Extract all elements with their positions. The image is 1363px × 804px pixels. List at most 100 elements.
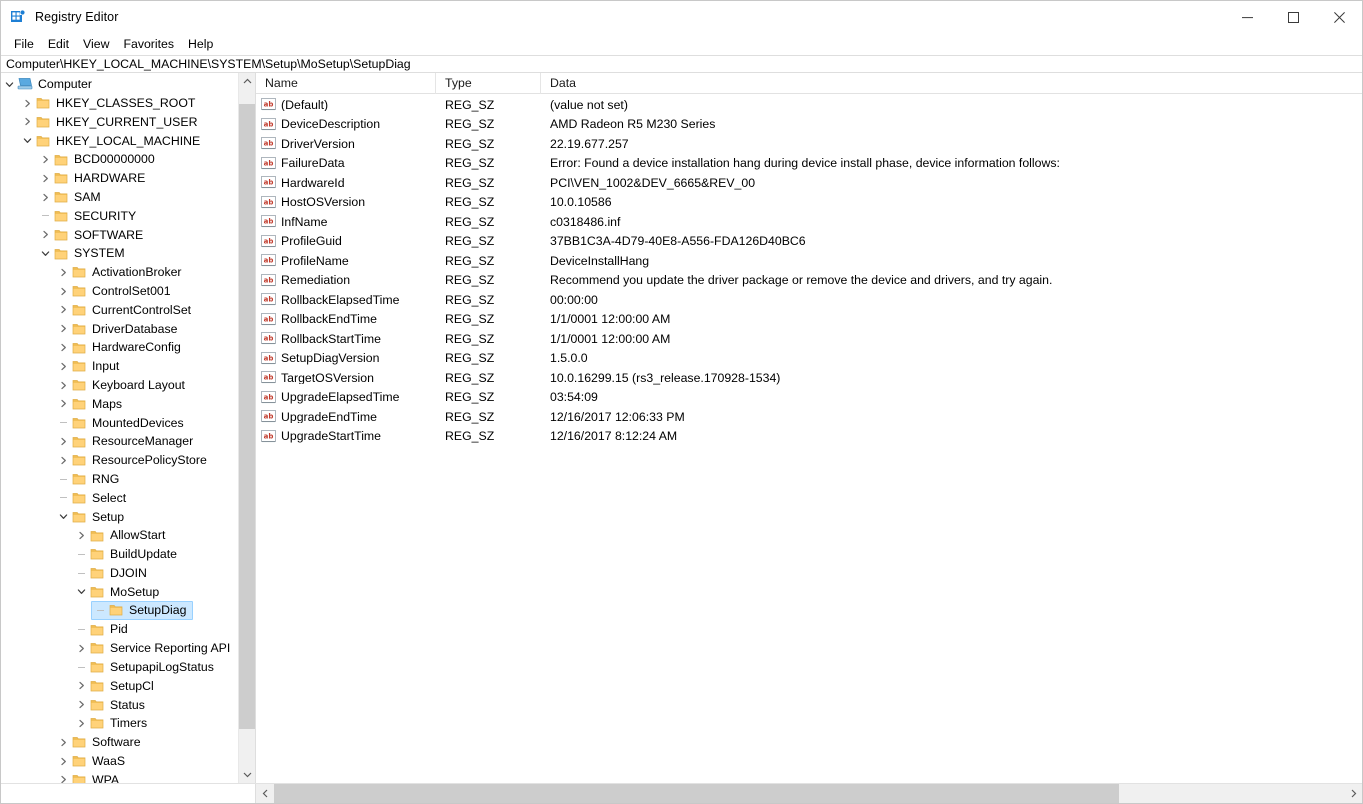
table-row[interactable]: ab(Default)REG_SZ(value not set) <box>256 95 1362 115</box>
chevron-right-icon[interactable] <box>55 451 71 470</box>
minimize-button[interactable] <box>1224 1 1270 33</box>
menu-item-favorites[interactable]: Favorites <box>116 36 181 52</box>
chevron-right-icon[interactable] <box>55 319 71 338</box>
table-row[interactable]: abUpgradeEndTimeREG_SZ12/16/2017 12:06:3… <box>256 407 1362 427</box>
table-row[interactable]: abRollbackEndTimeREG_SZ1/1/0001 12:00:00… <box>256 310 1362 330</box>
table-row[interactable]: abRemediationREG_SZRecommend you update … <box>256 271 1362 291</box>
tree-node-hkey-current-user[interactable]: HKEY_CURRENT_USER <box>1 113 233 132</box>
tree-node-mounteddevices[interactable]: MountedDevices <box>1 413 233 432</box>
tree-node-keyboard-layout[interactable]: Keyboard Layout <box>1 376 233 395</box>
scrollbar-rail[interactable] <box>274 784 1344 803</box>
tree-node-buildupdate[interactable]: BuildUpdate <box>1 545 233 564</box>
tree-node-timers[interactable]: Timers <box>1 714 233 733</box>
chevron-right-icon[interactable] <box>73 677 89 696</box>
tree-node-software[interactable]: SOFTWARE <box>1 225 233 244</box>
chevron-right-icon[interactable] <box>55 770 71 783</box>
chevron-right-icon[interactable] <box>73 526 89 545</box>
table-row[interactable]: abUpgradeStartTimeREG_SZ12/16/2017 8:12:… <box>256 427 1362 447</box>
chevron-right-icon[interactable] <box>55 733 71 752</box>
tree-node-hkey-classes-root[interactable]: HKEY_CLASSES_ROOT <box>1 94 233 113</box>
tree-node-security[interactable]: SECURITY <box>1 207 233 226</box>
chevron-right-icon[interactable] <box>37 169 53 188</box>
table-row[interactable]: abRollbackElapsedTimeREG_SZ00:00:00 <box>256 290 1362 310</box>
table-row[interactable]: abHardwareIdREG_SZPCI\VEN_1002&DEV_6665&… <box>256 173 1362 193</box>
chevron-right-icon[interactable] <box>55 432 71 451</box>
scroll-right-button[interactable] <box>1344 784 1362 803</box>
menu-item-view[interactable]: View <box>76 36 116 52</box>
table-row[interactable]: abSetupDiagVersionREG_SZ1.5.0.0 <box>256 349 1362 369</box>
chevron-right-icon[interactable] <box>55 282 71 301</box>
tree-node-resourcepolicystore[interactable]: ResourcePolicyStore <box>1 451 233 470</box>
chevron-right-icon[interactable] <box>73 695 89 714</box>
maximize-button[interactable] <box>1270 1 1316 33</box>
table-row[interactable]: abInfNameREG_SZc0318486.inf <box>256 212 1362 232</box>
tree-node-maps[interactable]: Maps <box>1 395 233 414</box>
address-bar[interactable]: Computer\HKEY_LOCAL_MACHINE\SYSTEM\Setup… <box>1 55 1362 73</box>
chevron-right-icon[interactable] <box>73 639 89 658</box>
table-row[interactable]: abProfileGuidREG_SZ37BB1C3A-4D79-40E8-A5… <box>256 232 1362 252</box>
tree-vertical-scrollbar[interactable] <box>238 73 255 783</box>
list-horizontal-scrollbar[interactable] <box>256 784 1362 803</box>
chevron-down-icon[interactable] <box>55 507 71 526</box>
tree-node-controlset001[interactable]: ControlSet001 <box>1 282 233 301</box>
tree-node-resourcemanager[interactable]: ResourceManager <box>1 432 233 451</box>
chevron-right-icon[interactable] <box>37 150 53 169</box>
table-row[interactable]: abProfileNameREG_SZDeviceInstallHang <box>256 251 1362 271</box>
tree-node-software[interactable]: Software <box>1 733 233 752</box>
chevron-right-icon[interactable] <box>73 714 89 733</box>
scroll-left-button[interactable] <box>256 784 274 803</box>
chevron-right-icon[interactable] <box>19 113 35 132</box>
tree-node-driverdatabase[interactable]: DriverDatabase <box>1 319 233 338</box>
chevron-right-icon[interactable] <box>55 263 71 282</box>
chevron-right-icon[interactable] <box>37 225 53 244</box>
tree-node-wpa[interactable]: WPA <box>1 770 233 783</box>
chevron-down-icon[interactable] <box>37 244 53 263</box>
scroll-down-button[interactable] <box>239 766 256 783</box>
close-button[interactable] <box>1316 1 1362 33</box>
tree-node-bcd00000000[interactable]: BCD00000000 <box>1 150 233 169</box>
scroll-up-button[interactable] <box>239 73 256 90</box>
tree-node-computer[interactable]: Computer <box>1 75 233 94</box>
chevron-right-icon[interactable] <box>55 395 71 414</box>
chevron-down-icon[interactable] <box>73 583 89 602</box>
tree-node-rng[interactable]: RNG <box>1 470 233 489</box>
menu-item-file[interactable]: File <box>7 36 41 52</box>
list-scrollbar-thumb[interactable] <box>274 784 1119 803</box>
tree-node-setupdiag[interactable]: SetupDiag <box>1 601 233 620</box>
chevron-right-icon[interactable] <box>55 301 71 320</box>
column-header-type[interactable]: Type <box>436 73 541 94</box>
table-row[interactable]: abHostOSVersionREG_SZ10.0.10586 <box>256 193 1362 213</box>
tree-node-djoin[interactable]: DJOIN <box>1 564 233 583</box>
table-row[interactable]: abTargetOSVersionREG_SZ10.0.16299.15 (rs… <box>256 368 1362 388</box>
chevron-right-icon[interactable] <box>55 357 71 376</box>
chevron-right-icon[interactable] <box>55 752 71 771</box>
tree-node-hardware[interactable]: HARDWARE <box>1 169 233 188</box>
column-header-data[interactable]: Data <box>541 73 1362 94</box>
tree-node-status[interactable]: Status <box>1 695 233 714</box>
tree-node-hardwareconfig[interactable]: HardwareConfig <box>1 338 233 357</box>
tree-node-setup[interactable]: Setup <box>1 507 233 526</box>
chevron-down-icon[interactable] <box>1 75 17 94</box>
table-row[interactable]: abUpgradeElapsedTimeREG_SZ03:54:09 <box>256 388 1362 408</box>
menu-item-edit[interactable]: Edit <box>41 36 76 52</box>
chevron-down-icon[interactable] <box>19 131 35 150</box>
table-row[interactable]: abDeviceDescriptionREG_SZAMD Radeon R5 M… <box>256 115 1362 135</box>
table-row[interactable]: abFailureDataREG_SZError: Found a device… <box>256 154 1362 174</box>
tree-node-input[interactable]: Input <box>1 357 233 376</box>
tree-node-pid[interactable]: Pid <box>1 620 233 639</box>
tree-scrollbar-thumb[interactable] <box>239 104 256 729</box>
column-header-name[interactable]: Name <box>256 73 436 94</box>
tree-node-mosetup[interactable]: MoSetup <box>1 583 233 602</box>
tree-node-system[interactable]: SYSTEM <box>1 244 233 263</box>
chevron-right-icon[interactable] <box>55 376 71 395</box>
tree-node-allowstart[interactable]: AllowStart <box>1 526 233 545</box>
tree-node-waas[interactable]: WaaS <box>1 752 233 771</box>
chevron-right-icon[interactable] <box>19 94 35 113</box>
tree-node-setupcl[interactable]: SetupCl <box>1 677 233 696</box>
tree-node-setupapilogstatus[interactable]: SetupapiLogStatus <box>1 658 233 677</box>
tree-node-select[interactable]: Select <box>1 489 233 508</box>
table-row[interactable]: abDriverVersionREG_SZ22.19.677.257 <box>256 134 1362 154</box>
table-row[interactable]: abRollbackStartTimeREG_SZ1/1/0001 12:00:… <box>256 329 1362 349</box>
chevron-right-icon[interactable] <box>37 188 53 207</box>
tree-node-currentcontrolset[interactable]: CurrentControlSet <box>1 301 233 320</box>
